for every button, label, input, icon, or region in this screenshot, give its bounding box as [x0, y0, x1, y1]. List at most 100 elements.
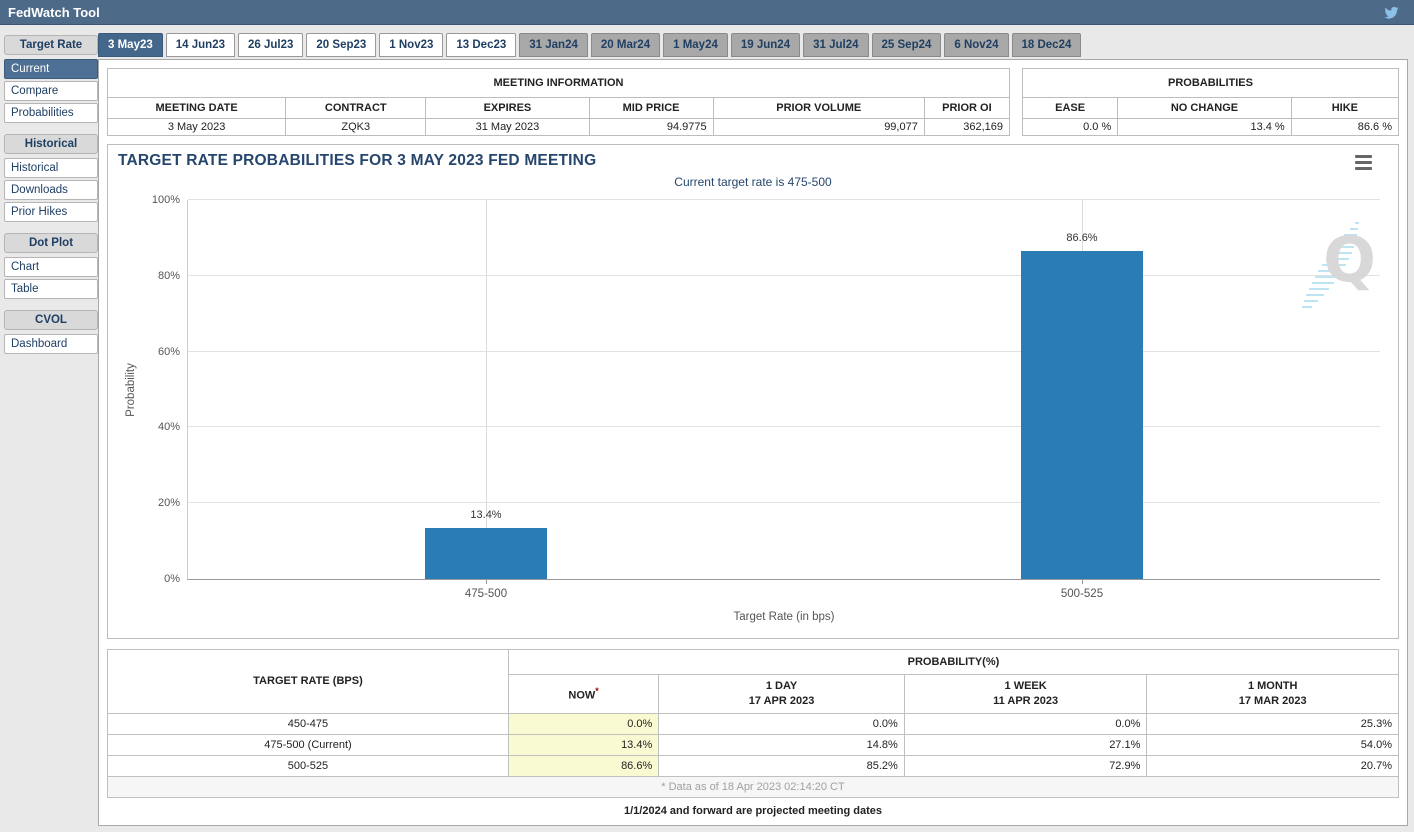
- table-row: 475-500 (Current) 13.4% 14.8% 27.1% 54.0…: [108, 734, 1399, 755]
- app-title: FedWatch Tool: [0, 5, 100, 20]
- gridline: [188, 199, 1380, 200]
- col-expires: EXPIRES: [426, 98, 589, 119]
- col-1-week-label: 1 WEEK: [1005, 680, 1047, 692]
- gridline: [188, 275, 1380, 276]
- sidebar-item-downloads[interactable]: Downloads: [4, 180, 98, 200]
- sidebar-item-compare[interactable]: Compare: [4, 81, 98, 101]
- sidebar-section-historical: Historical Historical Downloads Prior Hi…: [4, 134, 98, 222]
- col-group-probability: PROBABILITY(%): [508, 650, 1398, 675]
- bar-475-500[interactable]: [425, 528, 547, 579]
- table-row: 500-525 86.6% 85.2% 72.9% 20.7%: [108, 755, 1399, 776]
- quikstrike-watermark-icon: Q: [1296, 213, 1376, 313]
- category-label: 500-525: [1061, 588, 1103, 600]
- y-tick-100: 100%: [152, 194, 180, 206]
- mid-price-value: 94.9775: [589, 119, 713, 136]
- col-1-week-date: 11 APR 2023: [993, 695, 1058, 707]
- sidebar-section-cvol: CVOL Dashboard: [4, 310, 98, 354]
- col-meeting-date: MEETING DATE: [108, 98, 286, 119]
- col-1-day-date: 17 APR 2023: [749, 695, 815, 707]
- main-content: 3 May23 14 Jun23 26 Jul23 20 Sep23 1 Nov…: [98, 33, 1408, 826]
- sidebar-header-cvol: CVOL: [4, 310, 98, 330]
- month-cell: 20.7%: [1147, 755, 1399, 776]
- bar-value-label: 13.4%: [470, 509, 501, 521]
- x-tick-mark: [1082, 579, 1083, 584]
- prior-oi-value: 362,169: [924, 119, 1009, 136]
- col-now: NOW*: [508, 675, 658, 714]
- gridline: [188, 426, 1380, 427]
- plot-area: 0% 20% 40% 60% 80% 100% Probability 13.4…: [187, 200, 1380, 580]
- bar-500-525[interactable]: [1021, 251, 1143, 579]
- sidebar-item-probabilities[interactable]: Probabilities: [4, 103, 98, 123]
- tab-19-jun24[interactable]: 19 Jun24: [731, 33, 800, 57]
- tab-26-jul23[interactable]: 26 Jul23: [238, 33, 303, 57]
- tab-31-jul24[interactable]: 31 Jul24: [803, 33, 868, 57]
- sidebar-item-current[interactable]: Current: [4, 59, 98, 79]
- sidebar-header-historical: Historical: [4, 134, 98, 154]
- gridline: [188, 351, 1380, 352]
- twitter-icon[interactable]: [1383, 5, 1400, 20]
- tab-1-may24[interactable]: 1 May24: [663, 33, 728, 57]
- week-cell: 72.9%: [904, 755, 1147, 776]
- now-cell: 0.0%: [508, 713, 658, 734]
- probability-history-table: TARGET RATE (BPS) PROBABILITY(%) NOW* 1 …: [107, 649, 1399, 798]
- sidebar-item-prior-hikes[interactable]: Prior Hikes: [4, 202, 98, 222]
- y-tick-20: 20%: [158, 497, 180, 509]
- col-now-label: NOW: [568, 689, 595, 701]
- sidebar-header-target-rate: Target Rate: [4, 35, 98, 55]
- now-asterisk: *: [595, 686, 599, 696]
- no-change-value: 13.4 %: [1118, 119, 1291, 136]
- week-cell: 0.0%: [904, 713, 1147, 734]
- tab-25-sep24[interactable]: 25 Sep24: [872, 33, 942, 57]
- col-target-rate-bps: TARGET RATE (BPS): [108, 650, 509, 714]
- y-tick-0: 0%: [164, 573, 180, 585]
- prior-volume-value: 99,077: [713, 119, 924, 136]
- sidebar-item-dashboard[interactable]: Dashboard: [4, 334, 98, 354]
- col-mid-price: MID PRICE: [589, 98, 713, 119]
- tab-1-nov23[interactable]: 1 Nov23: [379, 33, 443, 57]
- y-tick-80: 80%: [158, 270, 180, 282]
- sidebar: Target Rate Current Compare Probabilitie…: [4, 33, 98, 826]
- sidebar-section-dot-plot: Dot Plot Chart Table: [4, 233, 98, 299]
- tab-13-dec23[interactable]: 13 Dec23: [446, 33, 516, 57]
- col-1-day: 1 DAY 17 APR 2023: [659, 675, 905, 714]
- sidebar-section-target-rate: Target Rate Current Compare Probabilitie…: [4, 35, 98, 123]
- sidebar-header-dot-plot: Dot Plot: [4, 233, 98, 253]
- tab-6-nov24[interactable]: 6 Nov24: [944, 33, 1008, 57]
- tab-3-may23[interactable]: 3 May23: [98, 33, 163, 57]
- tab-panel: MEETING INFORMATION MEETING DATE CONTRAC…: [98, 59, 1408, 826]
- tab-31-jan24[interactable]: 31 Jan24: [519, 33, 588, 57]
- col-hike: HIKE: [1291, 98, 1398, 119]
- col-prior-oi: PRIOR OI: [924, 98, 1009, 119]
- meeting-information-title: MEETING INFORMATION: [108, 69, 1010, 98]
- chart-subtitle: Current target rate is 475-500: [108, 175, 1398, 189]
- projected-dates-note: 1/1/2024 and forward are projected meeti…: [107, 798, 1399, 823]
- col-1-week: 1 WEEK 11 APR 2023: [904, 675, 1147, 714]
- month-cell: 54.0%: [1147, 734, 1399, 755]
- data-as-of-note: * Data as of 18 Apr 2023 02:14:20 CT: [108, 776, 1399, 797]
- app-body: Target Rate Current Compare Probabilitie…: [0, 25, 1414, 826]
- tab-14-jun23[interactable]: 14 Jun23: [166, 33, 235, 57]
- day-cell: 85.2%: [659, 755, 905, 776]
- sidebar-item-historical[interactable]: Historical: [4, 158, 98, 178]
- month-cell: 25.3%: [1147, 713, 1399, 734]
- meeting-date-tabs: 3 May23 14 Jun23 26 Jul23 20 Sep23 1 Nov…: [98, 33, 1408, 57]
- chart-menu-icon[interactable]: [1355, 155, 1372, 173]
- tab-20-sep23[interactable]: 20 Sep23: [306, 33, 376, 57]
- day-cell: 14.8%: [659, 734, 905, 755]
- watermark-q-letter: Q: [1323, 229, 1376, 291]
- rate-cell: 500-525: [108, 755, 509, 776]
- col-no-change: NO CHANGE: [1118, 98, 1291, 119]
- table-row: 450-475 0.0% 0.0% 0.0% 25.3%: [108, 713, 1399, 734]
- chart-title: TARGET RATE PROBABILITIES FOR 3 MAY 2023…: [118, 152, 596, 170]
- sidebar-item-table[interactable]: Table: [4, 279, 98, 299]
- y-tick-40: 40%: [158, 421, 180, 433]
- tab-20-mar24[interactable]: 20 Mar24: [591, 33, 660, 57]
- sidebar-item-chart[interactable]: Chart: [4, 257, 98, 277]
- probabilities-title: PROBABILITIES: [1023, 69, 1399, 98]
- col-contract: CONTRACT: [286, 98, 426, 119]
- y-tick-60: 60%: [158, 346, 180, 358]
- day-cell: 0.0%: [659, 713, 905, 734]
- tab-18-dec24[interactable]: 18 Dec24: [1012, 33, 1082, 57]
- expires-value: 31 May 2023: [426, 119, 589, 136]
- rate-cell: 475-500 (Current): [108, 734, 509, 755]
